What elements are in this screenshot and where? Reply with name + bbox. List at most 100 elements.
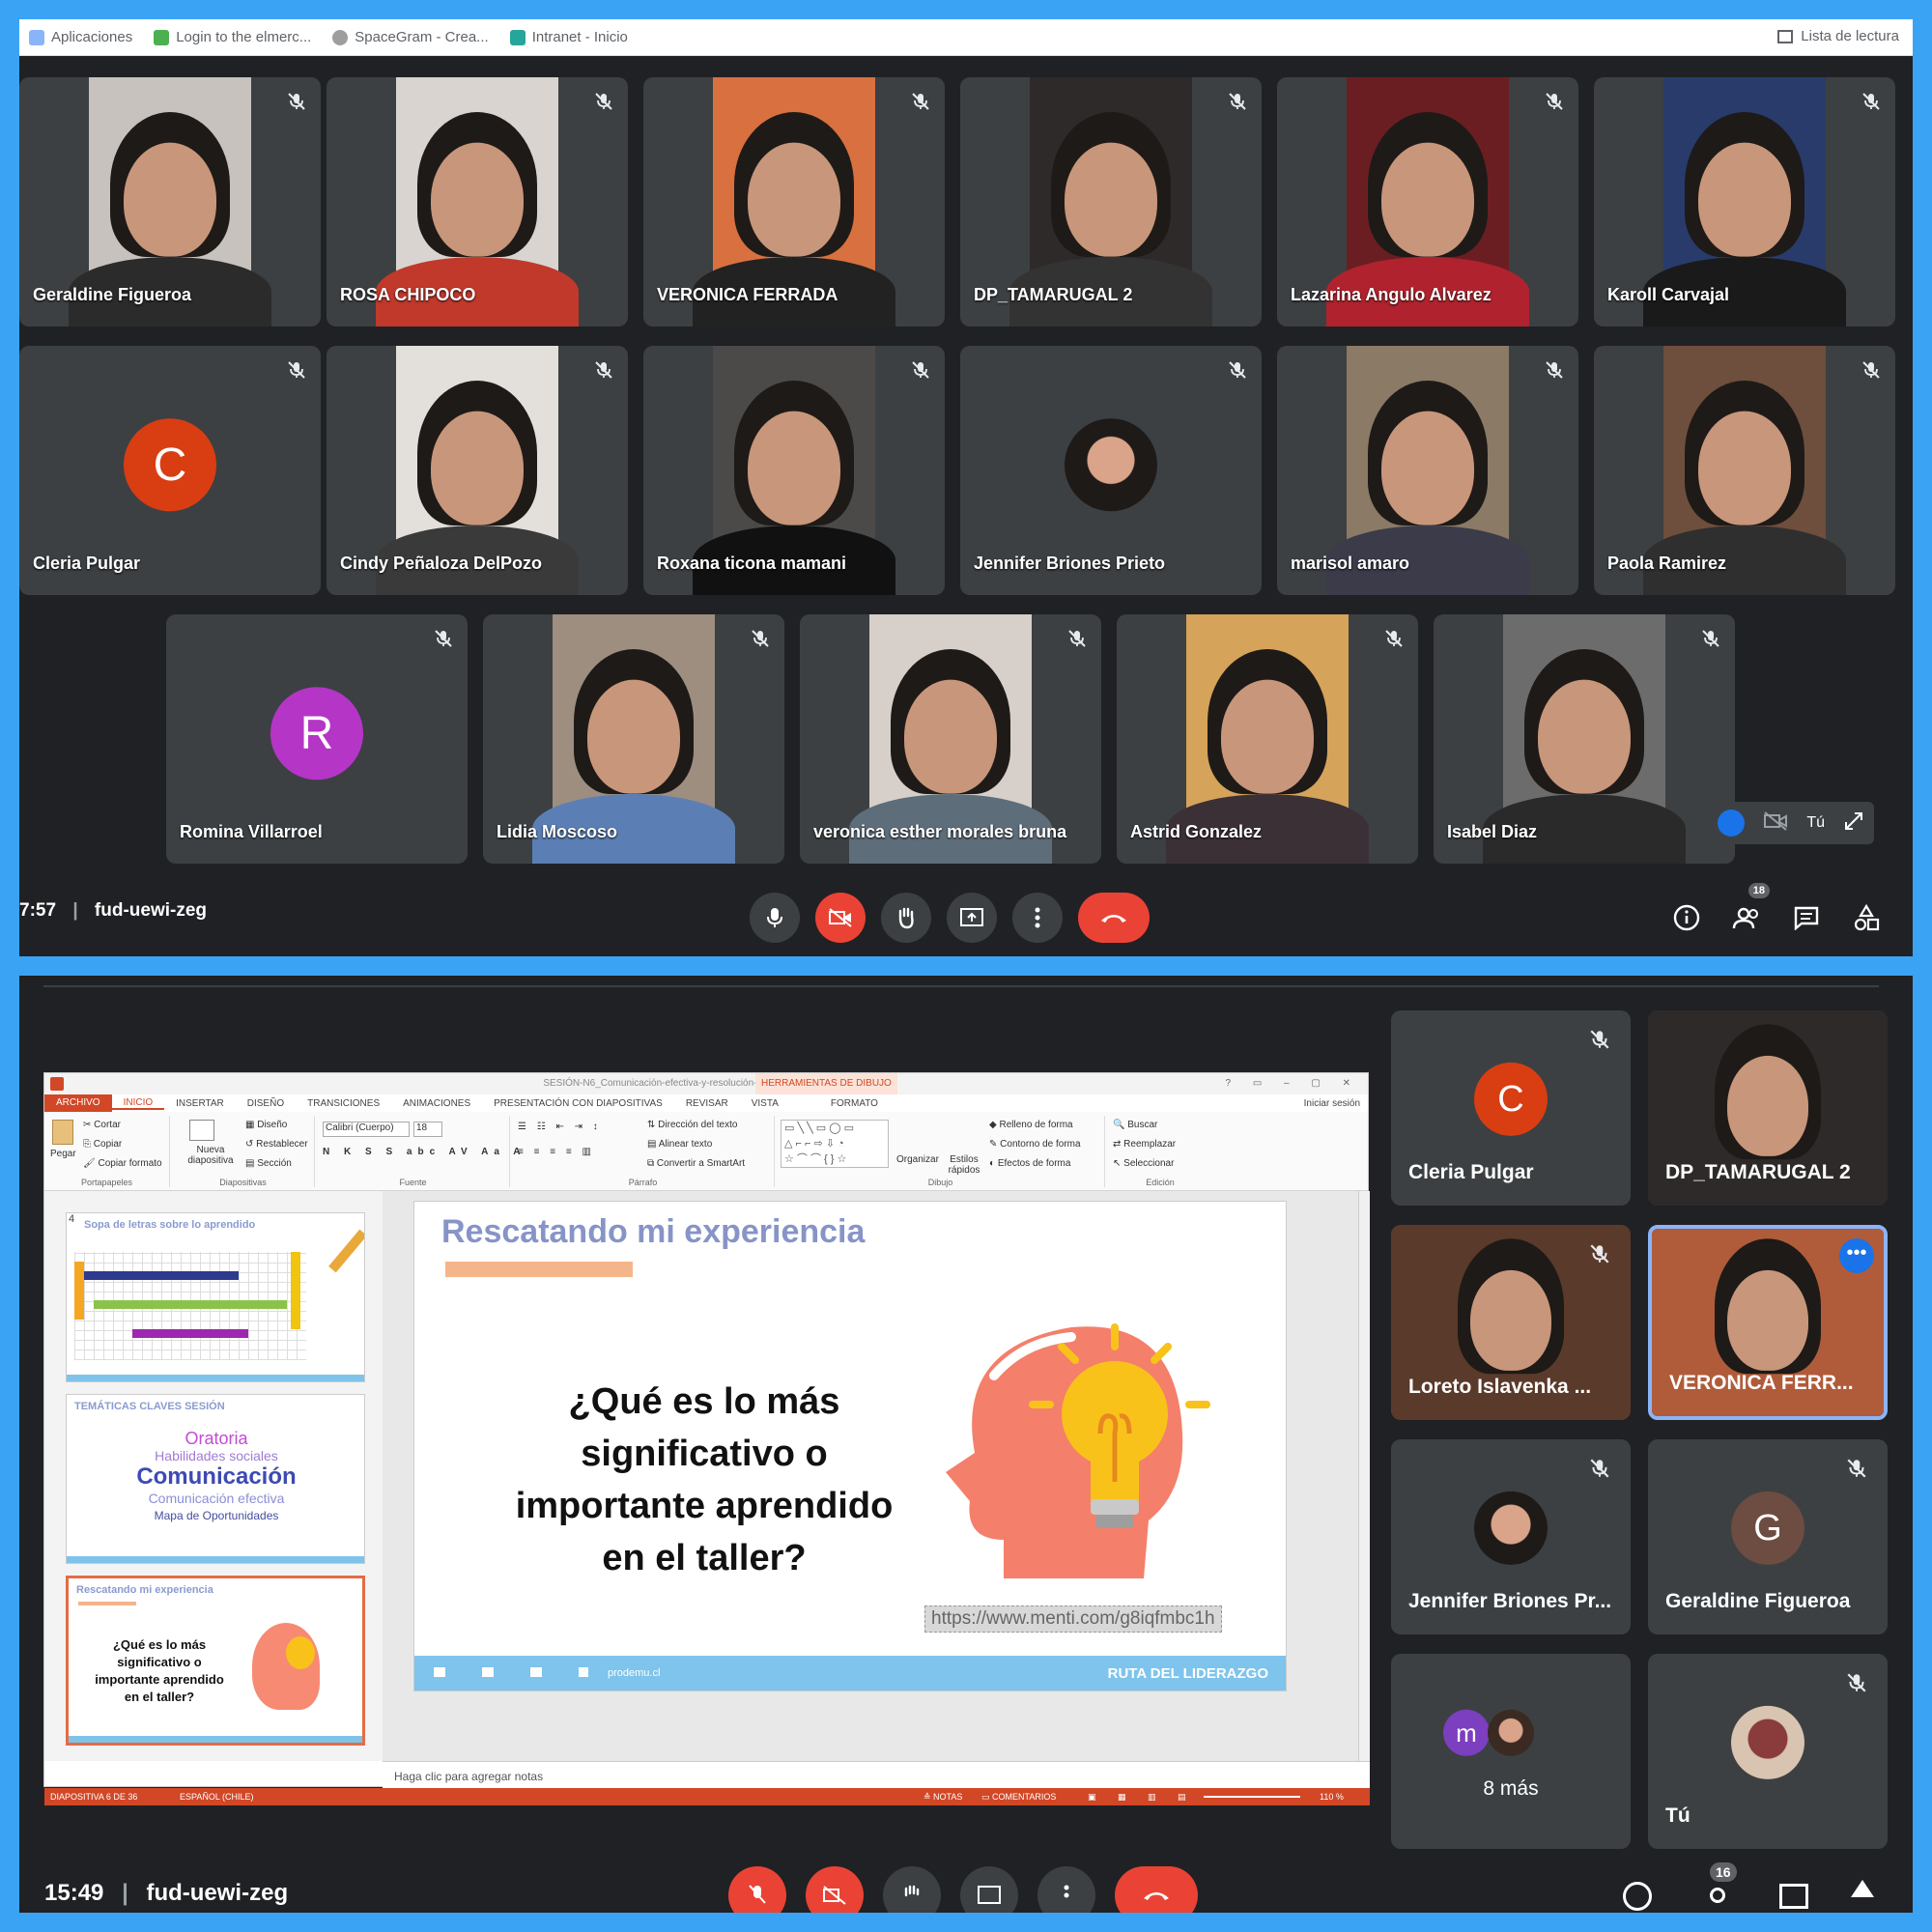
activities-button[interactable] — [1851, 1880, 1874, 1897]
font-size-select[interactable]: 18 — [413, 1122, 442, 1137]
notes-button[interactable]: ≙ NOTAS — [923, 1788, 962, 1805]
slide-title[interactable]: Rescatando mi experiencia — [441, 1213, 865, 1251]
new-slide-button[interactable]: Nueva diapositiva — [182, 1145, 240, 1166]
meeting-details-button[interactable] — [1669, 900, 1704, 935]
meeting-details-button[interactable] — [1623, 1882, 1652, 1911]
menti-url-textbox[interactable]: https://www.menti.com/g8iqfmbc1h — [924, 1605, 1222, 1633]
participant-tile[interactable]: Paola Ramirez — [1594, 346, 1895, 595]
camera-button[interactable] — [806, 1866, 864, 1913]
bookmark-login[interactable]: Login to the elmerc... — [154, 29, 311, 45]
participant-tile[interactable]: Astrid Gonzalez — [1117, 614, 1418, 864]
list-buttons[interactable]: ☰ ☷ ⇤ ⇥ ↕ — [518, 1122, 602, 1132]
tab-review[interactable]: REVISAR — [674, 1098, 740, 1109]
mic-button[interactable] — [750, 893, 800, 943]
comments-button[interactable]: ▭ COMENTARIOS — [981, 1788, 1056, 1805]
replace-button[interactable]: ⇄ Reemplazar — [1113, 1139, 1176, 1150]
participant-tile[interactable]: Jennifer Briones Prieto — [960, 346, 1262, 595]
participant-tile[interactable]: veronica esther morales bruna — [800, 614, 1101, 864]
select-button[interactable]: ↖ Seleccionar — [1113, 1158, 1174, 1169]
align-text-button[interactable]: ▤ Alinear texto — [647, 1139, 712, 1150]
sign-in-link[interactable]: Iniciar sesión — [1304, 1098, 1368, 1109]
participant-tile[interactable]: C Cleria Pulgar — [19, 346, 321, 595]
more-participants-tile[interactable]: m 8 más — [1391, 1654, 1631, 1849]
participant-tile[interactable]: Jennifer Briones Pr... — [1391, 1439, 1631, 1634]
zoom-slider[interactable] — [1204, 1796, 1300, 1798]
slide-thumbnail-4[interactable]: 4 Sopa de letras sobre lo aprendido — [66, 1212, 365, 1382]
bookmark-apps[interactable]: Aplicaciones — [29, 29, 132, 45]
format-painter-button[interactable]: 🖌 Copiar formato — [83, 1158, 162, 1169]
present-button[interactable] — [960, 1866, 1018, 1913]
tab-slideshow[interactable]: PRESENTACIÓN CON DIAPOSITIVAS — [482, 1098, 674, 1109]
paste-button[interactable]: Pegar — [50, 1149, 76, 1159]
shape-fill-button[interactable]: ◆ Relleno de forma — [989, 1120, 1073, 1130]
font-name-select[interactable]: Calibri (Cuerpo) — [323, 1122, 410, 1137]
layout-button[interactable]: ▦ Diseño — [245, 1120, 287, 1130]
more-options-icon[interactable]: ••• — [1839, 1238, 1874, 1273]
bookmark-spacegram[interactable]: SpaceGram - Crea... — [332, 29, 489, 45]
reading-list-button[interactable]: Lista de lectura — [1777, 28, 1899, 44]
camera-off-icon[interactable] — [1763, 810, 1788, 837]
view-buttons[interactable]: ▣ ▦ ▥ ▤ — [1088, 1788, 1196, 1805]
participant-tile[interactable]: DP_TAMARUGAL 2 — [1648, 1010, 1888, 1206]
raise-hand-button[interactable] — [881, 893, 931, 943]
mic-button[interactable] — [728, 1866, 786, 1913]
tab-animations[interactable]: ANIMACIONES — [391, 1098, 482, 1109]
arrange-button[interactable]: Organizar — [896, 1154, 939, 1165]
slide-thumbnail-5[interactable]: TEMÁTICAS CLAVES SESIÓN Oratoria Habilid… — [66, 1394, 365, 1564]
people-button[interactable]: 18 — [1729, 883, 1770, 935]
window-controls[interactable]: ? ▭ – ▢ ✕ — [1225, 1073, 1360, 1094]
participant-tile[interactable]: Lazarina Angulo Alvarez — [1277, 77, 1578, 327]
copy-button[interactable]: ⎘ Copiar — [83, 1139, 122, 1150]
more-options-button[interactable] — [1037, 1866, 1095, 1913]
font-format-buttons[interactable]: N K S S abc AV Aa A — [323, 1147, 526, 1157]
tab-home[interactable]: INICIO — [111, 1097, 165, 1110]
cut-button[interactable]: ✂ Cortar — [83, 1120, 121, 1130]
tab-insert[interactable]: INSERTAR — [164, 1098, 236, 1109]
shape-outline-button[interactable]: ✎ Contorno de forma — [989, 1139, 1081, 1150]
text-direction-button[interactable]: ⇅ Dirección del texto — [647, 1120, 737, 1130]
tab-transitions[interactable]: TRANSICIONES — [296, 1098, 391, 1109]
alignment-buttons[interactable]: ≡ ≡ ≡ ≡ ▥ — [518, 1147, 595, 1157]
more-options-button[interactable] — [1012, 893, 1063, 943]
find-button[interactable]: 🔍 Buscar — [1113, 1120, 1157, 1130]
participant-tile[interactable]: Roxana ticona mamani — [643, 346, 945, 595]
camera-button[interactable] — [815, 893, 866, 943]
chat-button[interactable] — [1779, 1884, 1808, 1909]
participant-tile[interactable]: G Geraldine Figueroa — [1648, 1439, 1888, 1634]
activities-button[interactable] — [1849, 900, 1884, 935]
raise-hand-button[interactable] — [883, 1866, 941, 1913]
participant-tile[interactable]: Karoll Carvajal — [1594, 77, 1895, 327]
shapes-gallery[interactable]: ▭ ╲ ╲ ▭ ◯ ▭ △ ⌐ ⌐ ⇨ ⇩ ◔ ☆ ⌒ ⌒ { } ☆ — [781, 1120, 889, 1168]
participant-tile[interactable]: VERONICA FERRADA — [643, 77, 945, 327]
zoom-level[interactable]: 110 % — [1320, 1788, 1344, 1805]
slide-question[interactable]: ¿Qué es lo más significativo o important… — [492, 1376, 917, 1584]
participant-tile[interactable]: ROSA CHIPOCO — [327, 77, 628, 327]
participant-tile[interactable]: DP_TAMARUGAL 2 — [960, 77, 1262, 327]
section-button[interactable]: ▤ Sección — [245, 1158, 292, 1169]
leave-call-button[interactable] — [1078, 893, 1150, 943]
reset-button[interactable]: ↺ Restablecer — [245, 1139, 308, 1150]
bookmark-intranet[interactable]: Intranet - Inicio — [509, 29, 628, 45]
tab-view[interactable]: VISTA — [740, 1098, 790, 1109]
participant-tile[interactable]: Isabel Diaz — [1434, 614, 1735, 864]
participant-tile[interactable]: R Romina Villarroel — [166, 614, 468, 864]
people-button[interactable]: 16 — [1704, 1862, 1737, 1913]
vertical-scrollbar[interactable] — [1358, 1191, 1370, 1761]
participant-tile[interactable]: C Cleria Pulgar — [1391, 1010, 1631, 1206]
participant-tile[interactable]: marisol amaro — [1277, 346, 1578, 595]
self-tile[interactable]: Tú — [1648, 1654, 1888, 1849]
tab-design[interactable]: DISEÑO — [236, 1098, 296, 1109]
smartart-button[interactable]: ⧉ Convertir a SmartArt — [647, 1158, 745, 1169]
notes-pane[interactable]: Haga clic para agregar notas — [383, 1761, 1370, 1788]
participant-tile[interactable]: Loreto Islavenka ... — [1391, 1225, 1631, 1420]
participant-tile[interactable]: Cindy Peñaloza DelPozo — [327, 346, 628, 595]
expand-icon[interactable] — [1843, 810, 1864, 837]
tab-format[interactable]: FORMATO — [819, 1098, 890, 1109]
participant-tile[interactable]: Geraldine Figueroa — [19, 77, 321, 327]
present-button[interactable] — [947, 893, 997, 943]
participant-tile[interactable]: Lidia Moscoso — [483, 614, 784, 864]
chat-button[interactable] — [1789, 900, 1824, 935]
shape-effects-button[interactable]: ◐ Efectos de forma — [989, 1158, 1070, 1169]
slide-thumbnail-6[interactable]: Rescatando mi experiencia ¿Qué es lo más… — [66, 1576, 365, 1746]
language-indicator[interactable]: ESPAÑOL (CHILE) — [180, 1788, 254, 1805]
